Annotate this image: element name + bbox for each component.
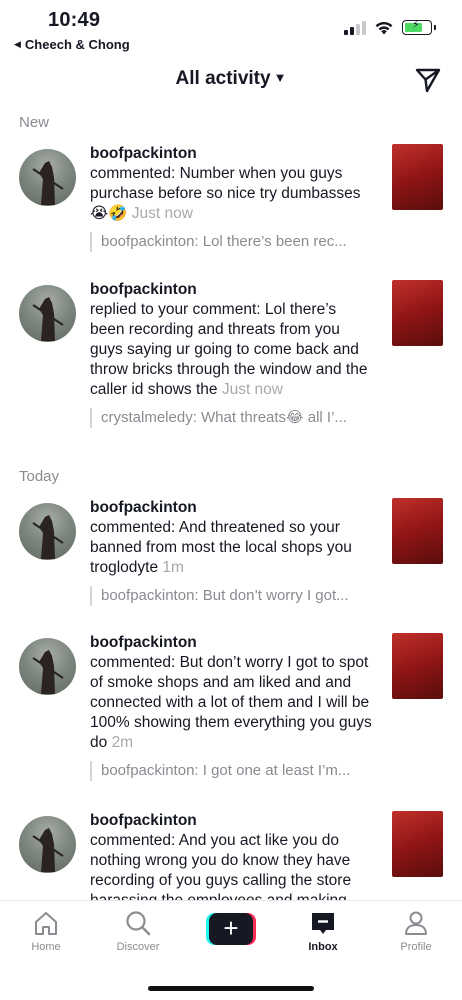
video-thumbnail[interactable] — [392, 633, 443, 699]
nav-home[interactable]: Home — [6, 909, 86, 953]
reply-preview[interactable]: crystalmeledy: What threats😂 all I’... — [90, 408, 372, 428]
profile-icon — [405, 911, 427, 935]
back-app-label: Cheech & Chong — [24, 37, 130, 52]
comment-text: commented: And you act like you do nothi… — [90, 832, 352, 909]
comment-text: commented: But don’t worry I got to spot… — [90, 654, 372, 751]
avatar[interactable] — [19, 149, 76, 206]
video-thumbnail[interactable] — [392, 811, 443, 877]
cellular-signal-icon — [344, 20, 366, 35]
bottom-nav: Home Discover + Inbox Profile — [0, 900, 462, 1000]
comment-username[interactable]: boofpackinton — [90, 811, 372, 831]
status-icons: ⚡ — [344, 19, 436, 35]
comment-username[interactable]: boofpackinton — [90, 280, 372, 300]
comment-time: 2m — [111, 734, 134, 751]
section-label-new: New — [19, 114, 50, 131]
search-icon — [126, 911, 151, 936]
paper-plane-icon[interactable] — [414, 66, 442, 94]
reply-preview[interactable]: boofpackinton: Lol there’s been rec... — [90, 232, 372, 252]
status-bar: 10:49 ◀ Cheech & Chong ⚡ — [0, 0, 462, 56]
nav-home-label: Home — [31, 941, 61, 953]
activity-item[interactable]: boofpackinton replied to your comment: L… — [0, 280, 462, 460]
activity-item[interactable]: boofpackinton commented: And threatened … — [0, 498, 462, 628]
video-thumbnail[interactable] — [392, 280, 443, 346]
nav-inbox[interactable]: Inbox — [283, 909, 363, 953]
nav-profile-label: Profile — [400, 941, 432, 953]
comment-time: 1m — [162, 559, 184, 576]
left-triangle-icon: ◀ — [14, 39, 21, 49]
video-thumbnail[interactable] — [392, 498, 443, 564]
battery-charging-icon: ⚡ — [402, 19, 436, 35]
avatar[interactable] — [19, 816, 76, 873]
back-to-app-link[interactable]: ◀ Cheech & Chong — [14, 37, 130, 52]
comment-text: commented: Number when you guys purchase… — [90, 165, 361, 222]
avatar[interactable] — [19, 503, 76, 560]
nav-discover[interactable]: Discover — [98, 909, 178, 953]
activity-item[interactable]: boofpackinton commented: Number when you… — [0, 144, 462, 274]
avatar[interactable] — [19, 638, 76, 695]
comment-username[interactable]: boofpackinton — [90, 498, 372, 518]
reply-preview[interactable]: boofpackinton: I got one at least I’m... — [90, 761, 372, 781]
section-label-today: Today — [19, 468, 60, 485]
nav-inbox-label: Inbox — [308, 941, 338, 953]
nav-discover-label: Discover — [116, 941, 160, 953]
comment-time: Just now — [221, 381, 283, 398]
comment-username[interactable]: boofpackinton — [90, 633, 372, 653]
home-icon — [35, 912, 57, 935]
status-time: 10:49 — [48, 9, 101, 31]
wifi-icon — [375, 21, 393, 35]
header: All activity ▼ — [0, 60, 462, 100]
comment-username[interactable]: boofpackinton — [90, 144, 372, 164]
chevron-down-icon: ▼ — [273, 70, 287, 85]
activity-feed: New boofpackinton commented: Number when… — [0, 108, 462, 931]
activity-item[interactable]: boofpackinton commented: But don’t worry… — [0, 633, 462, 801]
home-indicator — [148, 986, 314, 991]
inbox-icon — [312, 913, 334, 934]
avatar[interactable] — [19, 285, 76, 342]
comment-text: replied to your comment: Lol there’s bee… — [90, 301, 368, 398]
comment-time: Just now — [131, 205, 193, 222]
video-thumbnail[interactable] — [392, 144, 443, 210]
comment-text: commented: And threatened so your banned… — [90, 519, 352, 576]
plus-icon: + — [209, 913, 253, 945]
reply-preview[interactable]: boofpackinton: But don’t worry I got... — [90, 586, 372, 606]
activity-filter-dropdown[interactable]: All activity ▼ — [0, 68, 462, 90]
header-title: All activity — [175, 68, 271, 89]
nav-profile[interactable]: Profile — [376, 909, 456, 953]
create-button[interactable]: + — [206, 913, 256, 945]
